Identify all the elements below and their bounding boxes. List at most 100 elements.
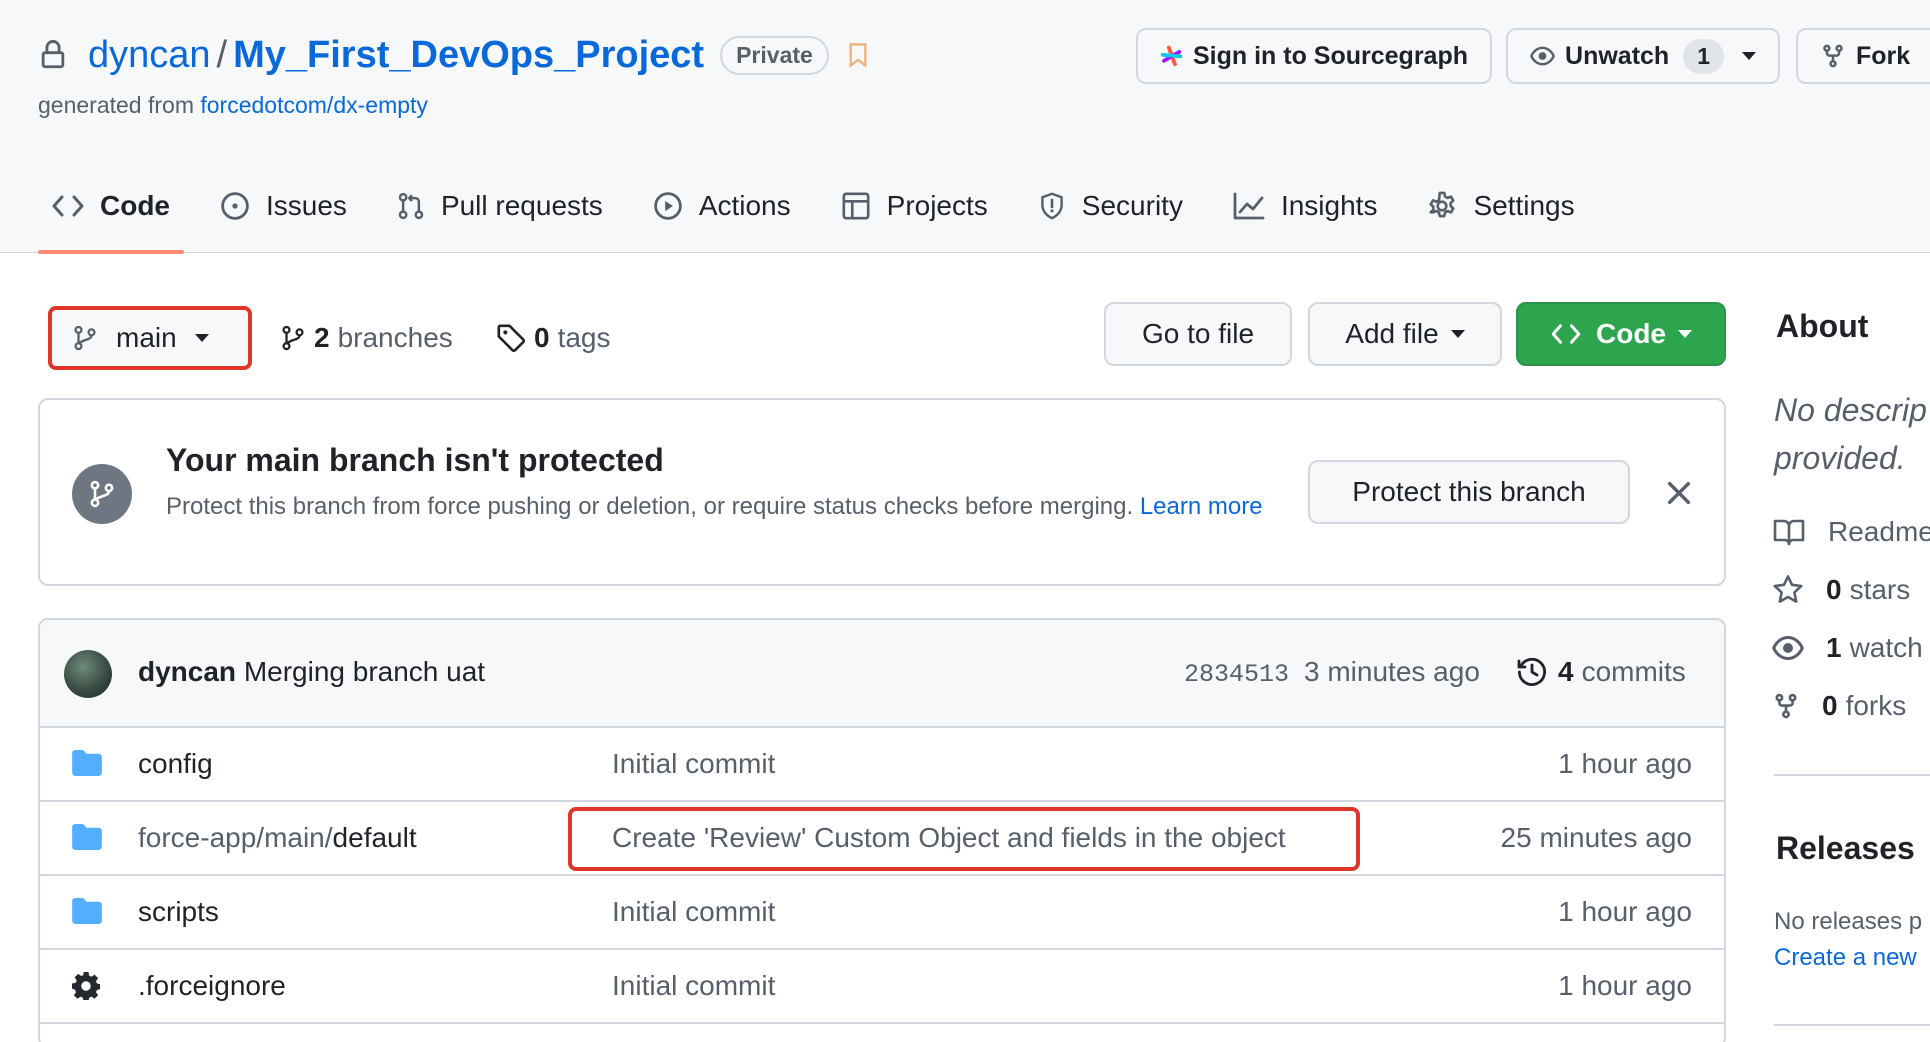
file-name-link[interactable]: config: [138, 748, 213, 780]
branch-protection-banner: Your main branch isn't protected Protect…: [38, 398, 1726, 586]
tags-label: tags: [557, 322, 611, 353]
gear-icon: [1429, 191, 1456, 218]
tab-settings[interactable]: Settings: [1413, 178, 1588, 234]
chevron-down-icon: [194, 334, 209, 342]
file-name-link[interactable]: force-app/main/default: [138, 822, 417, 854]
tab-pull-requests-label: Pull requests: [440, 190, 603, 221]
file-commit-time: 1 hour ago: [1558, 896, 1692, 927]
file-commit-message-link[interactable]: Initial commit: [612, 970, 775, 1002]
branch-name: main: [116, 322, 177, 353]
commit-time: 3 minutes ago: [1304, 656, 1480, 687]
table-row: scripts Initial commit 1 hour ago: [40, 876, 1724, 950]
history-icon: [1517, 657, 1546, 686]
protect-branch-button[interactable]: Protect this branch: [1308, 460, 1630, 524]
learn-more-link[interactable]: Learn more: [1140, 493, 1263, 520]
repo-owner-link[interactable]: dyncan: [88, 34, 211, 77]
forks-link[interactable]: 0 forks: [1772, 686, 1906, 726]
book-icon: [1773, 519, 1805, 546]
repo-header: dyncan / My_First_DevOps_Project Private…: [0, 0, 1930, 254]
file-commit-time: 1 hour ago: [1558, 748, 1692, 779]
file-commit-time: 1 hour ago: [1558, 970, 1692, 1001]
branch-icon: [282, 325, 304, 351]
about-description: No descrip provided.: [1774, 386, 1927, 482]
tab-issues[interactable]: Issues: [206, 178, 361, 234]
tag-icon: [497, 324, 526, 353]
tab-pull-requests[interactable]: Pull requests: [383, 178, 617, 234]
chevron-down-icon: [1450, 330, 1465, 338]
avatar[interactable]: [64, 650, 112, 698]
branch-icon: [74, 325, 96, 351]
add-file-label: Add file: [1345, 318, 1439, 349]
file-commit-message-link[interactable]: Create 'Review' Custom Object and fields…: [612, 822, 1286, 854]
watchers-count-badge: 1: [1683, 38, 1724, 74]
tab-code[interactable]: Code: [38, 178, 184, 254]
eye-icon: [1530, 46, 1555, 66]
readme-link[interactable]: Readme: [1772, 512, 1930, 552]
bookmark-icon[interactable]: [845, 40, 871, 70]
unwatch-label: Unwatch: [1565, 41, 1670, 70]
file-commit-message-link[interactable]: Initial commit: [612, 748, 775, 780]
commit-author-link[interactable]: dyncan: [138, 656, 236, 687]
file-name-link[interactable]: scripts: [138, 896, 219, 928]
commits-label: commits: [1581, 656, 1686, 687]
latest-commit-bar: dyncan Merging branch uat 2834513 3 minu…: [40, 620, 1724, 728]
tags-link[interactable]: 0 tags: [496, 312, 611, 364]
visibility-badge: Private: [720, 35, 829, 75]
commit-sha-link[interactable]: 2834513: [1184, 660, 1289, 689]
branch-selector[interactable]: main: [48, 306, 252, 370]
code-dropdown-button[interactable]: Code: [1516, 302, 1726, 366]
create-release-link[interactable]: Create a new: [1774, 944, 1917, 972]
generated-prefix: generated from: [38, 92, 194, 118]
graph-icon: [1233, 192, 1265, 220]
table-row: force-app/main/default Create 'Review' C…: [40, 802, 1724, 876]
go-to-file-button[interactable]: Go to file: [1104, 302, 1292, 366]
about-description-line: provided.: [1774, 440, 1906, 476]
close-icon[interactable]: [1664, 478, 1694, 508]
tab-actions[interactable]: Actions: [639, 178, 805, 234]
tab-security-label: Security: [1081, 190, 1183, 221]
generated-from-line: generated from forcedotcom/dx-empty: [38, 92, 428, 119]
tab-insights[interactable]: Insights: [1219, 178, 1392, 234]
tab-insights-label: Insights: [1280, 190, 1378, 221]
branch-icon: [90, 480, 114, 508]
watchers-link[interactable]: 1 watch: [1772, 628, 1923, 668]
chevron-down-icon: [1678, 330, 1692, 338]
eye-icon: [1772, 636, 1804, 660]
fork-button[interactable]: Fork: [1796, 28, 1930, 84]
tab-security[interactable]: Security: [1024, 178, 1197, 234]
no-releases-text: No releases p: [1774, 908, 1923, 935]
forks-label: forks: [1845, 690, 1907, 721]
sidebar-divider: [1774, 1024, 1930, 1026]
unwatch-button[interactable]: Unwatch 1: [1506, 28, 1780, 84]
file-browser: dyncan Merging branch uat 2834513 3 minu…: [38, 618, 1726, 1042]
commits-history-link[interactable]: 4 commits: [1516, 652, 1686, 692]
commit-message-link[interactable]: Merging branch uat: [244, 656, 485, 687]
add-file-button[interactable]: Add file: [1308, 302, 1502, 366]
chevron-down-icon: [1742, 52, 1756, 60]
template-source-link[interactable]: forcedotcom/dx-empty: [200, 92, 428, 118]
folder-icon: [72, 898, 102, 924]
repo-nav-tabs: Code Issues Pull requests Actions Projec…: [38, 178, 1611, 254]
tab-settings-label: Settings: [1473, 190, 1575, 221]
stars-link[interactable]: 0 stars: [1772, 570, 1910, 610]
folder-icon: [72, 824, 102, 850]
tab-actions-label: Actions: [698, 190, 791, 221]
fork-icon: [1775, 693, 1797, 719]
releases-heading[interactable]: Releases: [1776, 830, 1915, 867]
star-icon: [1773, 575, 1803, 603]
branches-link[interactable]: 2 branches: [280, 312, 453, 364]
commits-count: 4: [1558, 656, 1574, 687]
tags-count: 0: [534, 322, 550, 353]
stars-count: 0: [1826, 574, 1842, 605]
tab-projects[interactable]: Projects: [827, 178, 1002, 234]
repo-name-link[interactable]: My_First_DevOps_Project: [233, 34, 704, 77]
banner-branch-avatar: [72, 464, 132, 524]
folder-icon: [72, 750, 102, 776]
file-commit-time: 25 minutes ago: [1500, 822, 1692, 853]
watchers-count: 1: [1826, 632, 1842, 663]
sourcegraph-button[interactable]: Sign in to Sourcegraph: [1136, 28, 1492, 84]
lock-icon: [41, 40, 65, 69]
file-name-link[interactable]: .forceignore: [138, 970, 286, 1002]
forks-count: 0: [1822, 690, 1838, 721]
file-commit-message-link[interactable]: Initial commit: [612, 896, 775, 928]
